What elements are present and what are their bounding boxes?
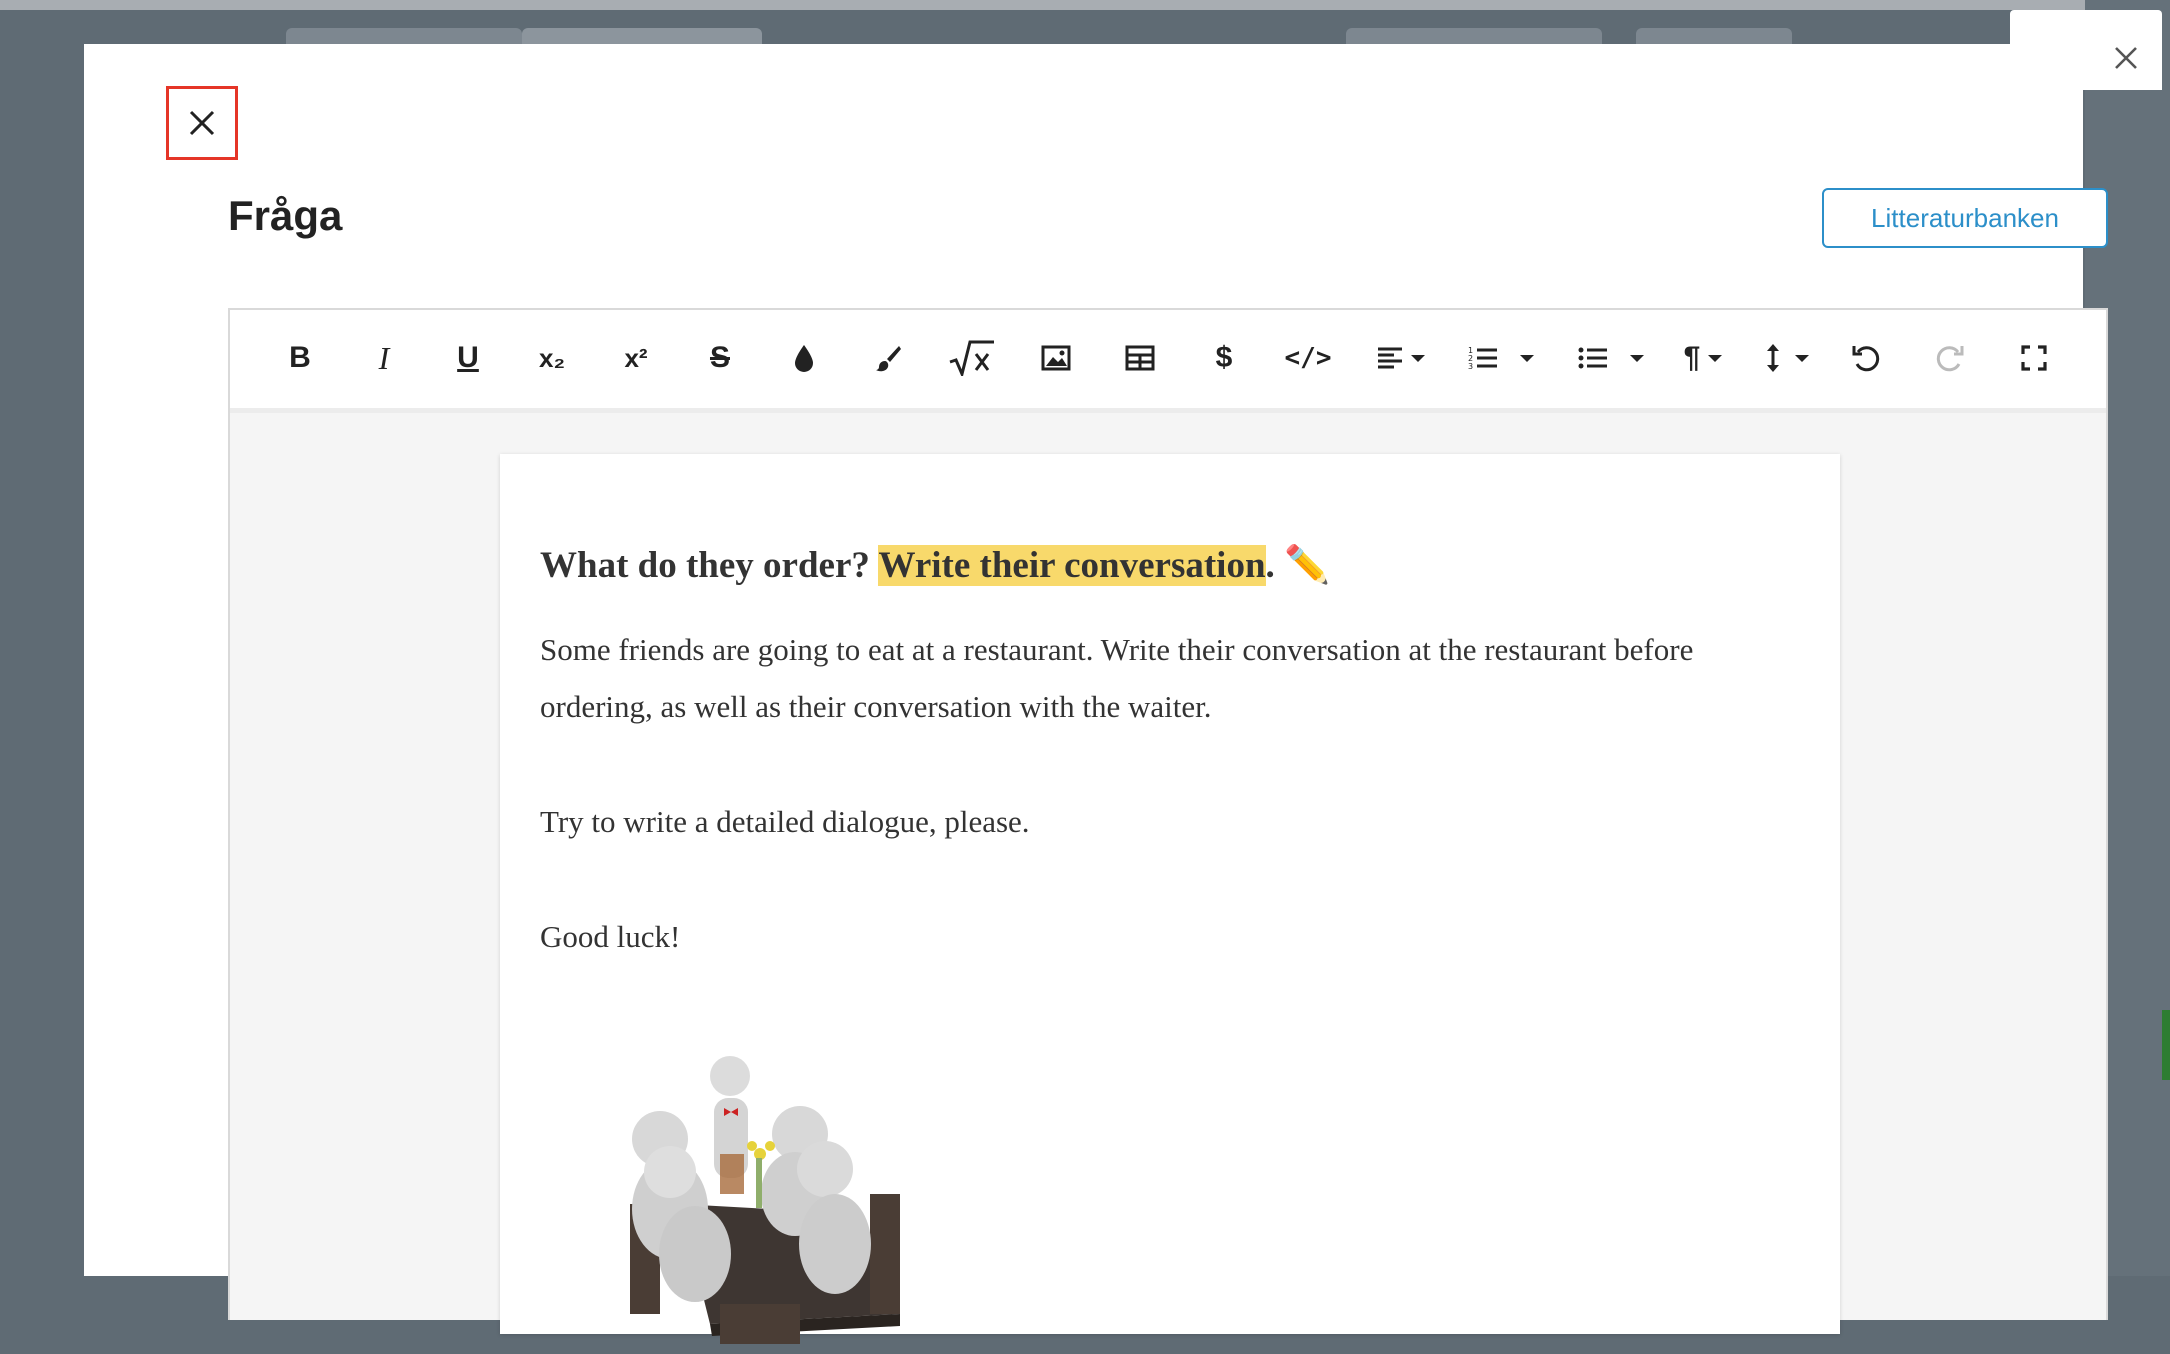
superscript-icon[interactable]: x² (614, 338, 658, 378)
subscript-icon[interactable]: x₂ (530, 338, 574, 378)
editor-content[interactable]: What do they order? Write their conversa… (540, 544, 1800, 965)
line-height-dropdown-caret (1795, 354, 1809, 362)
close-modal-button[interactable] (166, 86, 238, 160)
ordered-list-icon[interactable]: 123 (1456, 338, 1546, 378)
italic-icon[interactable]: I (362, 338, 406, 378)
fullscreen-icon[interactable] (2012, 338, 2056, 378)
question-modal: Fråga Litteraturbanken B I U x₂ x² S $ <… (84, 44, 2108, 1344)
question-heading: What do they order? Write their conversa… (540, 544, 1800, 587)
svg-text:3: 3 (1468, 362, 1473, 371)
table-icon[interactable] (1118, 338, 1162, 378)
rich-text-editor: B I U x₂ x² S $ </> 1 2 3 ¶ What do they… (228, 308, 2108, 1344)
align-icon[interactable] (1368, 338, 1434, 378)
underline-icon[interactable]: U (446, 338, 490, 378)
modal-title: Fråga (228, 192, 343, 239)
backdrop-topbar (0, 0, 2170, 10)
line-height-icon[interactable] (1754, 338, 1820, 378)
paragraph-intro: Some friends are going to eat at a resta… (540, 632, 1694, 724)
undo-icon[interactable] (1844, 338, 1888, 378)
paragraph-dropdown-caret (1708, 354, 1723, 362)
code-view-icon[interactable]: </> (1280, 338, 1336, 378)
align-dropdown-caret (1411, 354, 1425, 362)
strikethrough-icon[interactable]: S (698, 338, 742, 378)
math-icon[interactable] (942, 338, 1002, 378)
close-panel-icon[interactable] (2106, 38, 2146, 78)
editor-toolbar: B I U x₂ x² S $ </> 1 2 3 ¶ (230, 310, 2106, 413)
backdrop-indicator (2162, 1010, 2170, 1080)
heading-end: . ✏️ (1265, 545, 1331, 586)
paragraph-closing: Good luck! (540, 919, 681, 954)
text-color-icon[interactable] (782, 338, 826, 378)
litteraturbanken-button[interactable]: Litteraturbanken (1822, 188, 2108, 248)
close-icon (189, 110, 215, 136)
background-color-icon[interactable] (866, 338, 910, 378)
unordered-list-dropdown-caret (1630, 354, 1644, 362)
ordered-list-dropdown-caret (1520, 354, 1534, 362)
restaurant-illustration (630, 1056, 900, 1344)
paragraph-instruction: Try to write a detailed dialogue, please… (540, 804, 1030, 839)
paragraph-format-icon[interactable]: ¶ (1670, 338, 1736, 378)
image-icon[interactable] (1034, 338, 1078, 378)
unordered-list-icon[interactable] (1566, 338, 1656, 378)
editor-page[interactable]: What do they order? Write their conversa… (500, 454, 1840, 1344)
heading-text: What do they order? (540, 545, 879, 586)
bold-icon[interactable]: B (278, 338, 322, 378)
special-characters-icon[interactable]: $ (1202, 338, 1246, 378)
redo-icon[interactable] (1928, 338, 1972, 378)
heading-highlight: Write their conversation (878, 545, 1266, 586)
